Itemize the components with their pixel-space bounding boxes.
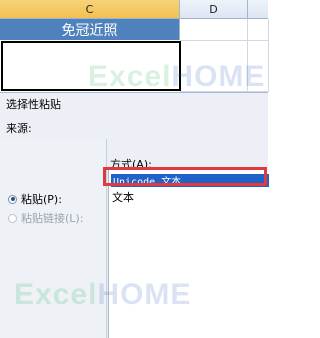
selected-cell[interactable] (1, 41, 181, 91)
grid-cell[interactable] (248, 41, 269, 92)
column-header-d[interactable]: D (180, 0, 248, 19)
paste-options-panel: 粘贴(P): 粘贴链接(L): (0, 139, 107, 338)
paste-radio-option[interactable]: 粘贴(P): (8, 191, 62, 207)
title-cell[interactable]: 免冠近照 (0, 19, 180, 40)
paste-link-radio-option: 粘贴链接(L): (8, 210, 83, 226)
column-header-e[interactable] (248, 0, 268, 19)
column-header-c-label: C (85, 2, 94, 16)
radio-checked-icon[interactable] (8, 194, 17, 204)
grid-cell[interactable] (180, 19, 248, 41)
column-header-c[interactable]: C (0, 0, 180, 19)
spreadsheet-area: C D 免冠近照 ExcelHOME (0, 0, 269, 93)
format-listbox[interactable]: Unicode 文本 文本 ExcelHOME (14, 170, 269, 338)
paste-link-radio-label: 粘贴链接(L): (21, 212, 84, 225)
source-label: 来源: (6, 122, 32, 135)
radio-disabled-icon (8, 213, 17, 223)
list-item-text[interactable]: 文本 (112, 189, 134, 205)
paste-special-dialog: 选择性粘贴 来源: 粘贴(P): 粘贴链接(L): 方式(A): Unicode… (0, 92, 269, 338)
grid-cell[interactable] (180, 41, 248, 92)
grid-cell[interactable] (248, 19, 269, 41)
column-header-d-label: D (209, 2, 218, 16)
dialog-title: 选择性粘贴 (6, 98, 61, 111)
annotation-highlight-box (103, 167, 267, 186)
paste-radio-label: 粘贴(P): (21, 193, 62, 206)
title-cell-text: 免冠近照 (61, 22, 118, 39)
